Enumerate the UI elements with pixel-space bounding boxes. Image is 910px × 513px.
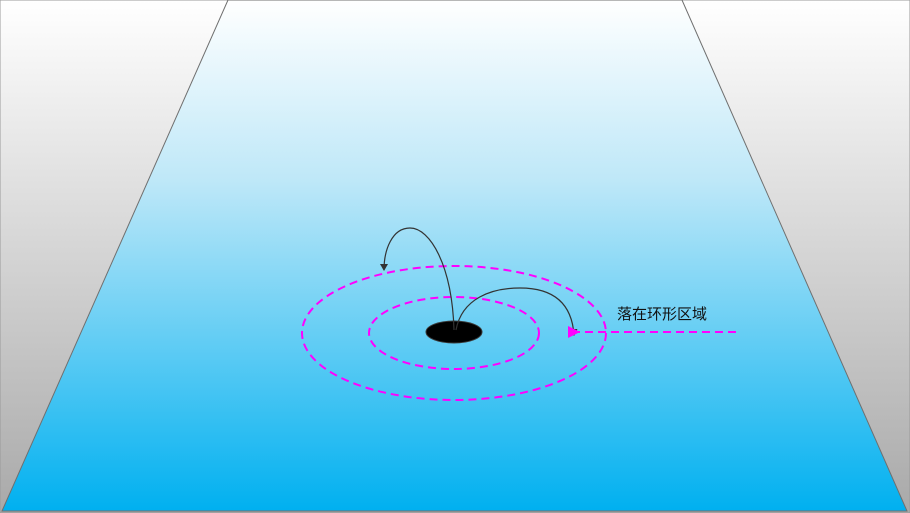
annotation-label: 落在环形区域 (617, 305, 707, 323)
diagram-svg: 落在环形区域 (0, 0, 910, 513)
diagram-canvas: 落在环形区域 (0, 0, 910, 513)
